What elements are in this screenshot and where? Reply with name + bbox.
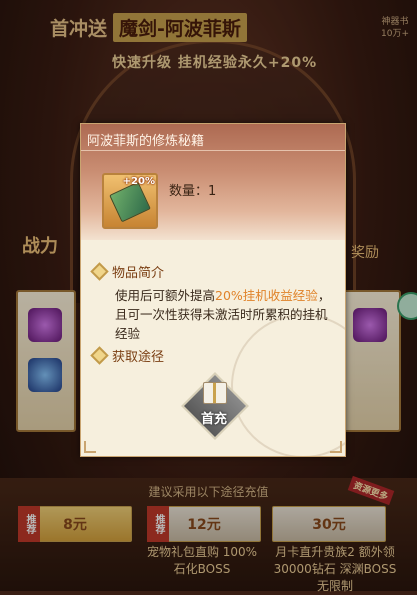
diamond-bullet-icon xyxy=(90,262,109,281)
gift-icon xyxy=(203,382,227,404)
item-icon: +20% xyxy=(102,173,158,229)
item-title: 阿波菲斯的修炼秘籍 xyxy=(87,134,205,149)
source-button-label: 首充 xyxy=(200,412,227,427)
scroll-book-icon xyxy=(109,181,151,223)
source-heading: 获取途径 xyxy=(90,346,165,365)
source-heading-label: 获取途径 xyxy=(112,350,165,365)
first-charge-source-button[interactable]: 首充 xyxy=(179,370,249,440)
intro-heading-label: 物品简介 xyxy=(112,266,165,281)
item-info-dialog: 阿波菲斯的修炼秘籍 +20% 数量：1 物品简介 使用后可额外提高20%挂机收益… xyxy=(80,123,346,457)
quantity-label: 数量： xyxy=(169,184,209,199)
corner-ornament xyxy=(84,441,96,453)
item-description: 使用后可额外提高20%挂机收益经验，且可一次性获得未激活时所累积的挂机经验 xyxy=(115,286,339,343)
desc-highlight: 20%挂机收益经验 xyxy=(215,288,318,303)
item-intro-heading: 物品简介 xyxy=(90,262,165,281)
item-bonus-badge: +20% xyxy=(122,176,155,187)
quantity-value: 1 xyxy=(208,184,217,199)
title-divider xyxy=(81,150,345,151)
desc-part1: 使用后可额外提高 xyxy=(115,288,216,303)
diamond-bullet-icon xyxy=(90,346,109,365)
item-quantity: 数量：1 xyxy=(169,180,216,199)
corner-ornament xyxy=(330,441,342,453)
